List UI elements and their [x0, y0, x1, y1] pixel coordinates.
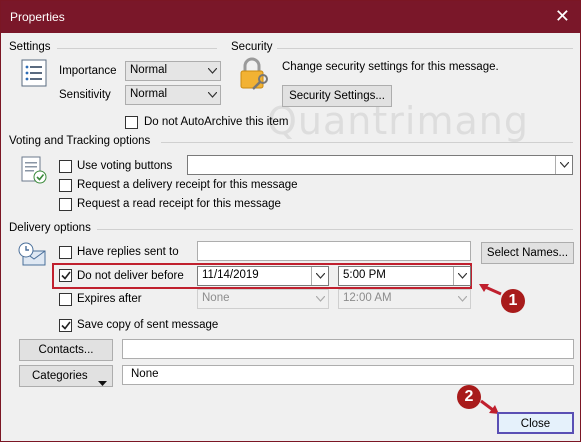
contacts-input[interactable] [122, 339, 574, 359]
caret-down-icon [98, 374, 107, 394]
delivery-clock-icon [17, 241, 47, 272]
autoarchive-checkbox[interactable] [125, 116, 138, 129]
categories-label: Categories [32, 370, 88, 382]
sensitivity-select[interactable]: Normal [125, 85, 221, 105]
do-not-deliver-time: 5:00 PM [343, 269, 386, 281]
settings-section-title: Settings [9, 41, 51, 53]
checkmark-icon [61, 321, 71, 330]
sensitivity-label: Sensitivity [59, 89, 111, 101]
chevron-down-icon [311, 290, 328, 308]
chevron-down-icon [203, 62, 220, 80]
do-not-deliver-label: Do not deliver before [77, 270, 184, 282]
properties-dialog: Properties ✕ Quantrimang Settings Import… [0, 0, 581, 442]
chevron-down-icon [453, 290, 470, 308]
expires-time: 12:00 AM [343, 292, 392, 304]
window-title: Properties [10, 10, 65, 24]
read-receipt-checkbox[interactable] [59, 198, 72, 211]
security-settings-button[interactable]: Security Settings... [282, 85, 392, 107]
security-description: Change security settings for this messag… [282, 61, 499, 73]
save-copy-label: Save copy of sent message [77, 319, 219, 331]
close-button[interactable]: Close [497, 412, 574, 434]
expires-date: None [202, 292, 230, 304]
security-divider [277, 48, 573, 49]
do-not-deliver-time-select[interactable]: 5:00 PM [338, 266, 471, 286]
annotation-badge-2: 2 [457, 385, 481, 409]
chevron-down-icon [555, 156, 572, 174]
do-not-deliver-date: 11/14/2019 [202, 269, 259, 281]
select-names-button[interactable]: Select Names... [481, 242, 574, 264]
voting-section-title: Voting and Tracking options [9, 135, 151, 147]
chevron-down-icon [203, 86, 220, 104]
voting-buttons-select[interactable] [187, 155, 573, 175]
expires-date-select: None [197, 289, 329, 309]
lock-key-icon [239, 57, 271, 94]
annotation-arrow-1-icon [477, 282, 503, 301]
have-replies-label: Have replies sent to [77, 246, 179, 258]
delivery-receipt-checkbox[interactable] [59, 179, 72, 192]
save-copy-checkbox[interactable] [59, 319, 72, 332]
expires-after-label: Expires after [77, 293, 142, 305]
importance-label: Importance [59, 65, 117, 77]
annotation-badge-1: 1 [501, 289, 525, 313]
delivery-divider [97, 229, 573, 230]
use-voting-checkbox[interactable] [59, 160, 72, 173]
chevron-down-icon [453, 267, 470, 285]
voting-document-icon [19, 155, 49, 188]
sensitivity-value: Normal [130, 88, 168, 100]
do-not-deliver-checkbox[interactable] [59, 269, 72, 282]
read-receipt-label: Request a read receipt for this message [77, 198, 281, 210]
autoarchive-label: Do not AutoArchive this item [144, 116, 289, 128]
delivery-receipt-label: Request a delivery receipt for this mess… [77, 179, 298, 191]
security-section-title: Security [231, 41, 273, 53]
settings-list-icon [21, 59, 47, 90]
chevron-down-icon [311, 267, 328, 285]
expires-after-checkbox[interactable] [59, 293, 72, 306]
voting-divider [161, 142, 573, 143]
have-replies-checkbox[interactable] [59, 246, 72, 259]
importance-select[interactable]: Normal [125, 61, 221, 81]
delivery-section-title: Delivery options [9, 222, 91, 234]
close-window-icon[interactable]: ✕ [555, 6, 570, 26]
contacts-button[interactable]: Contacts... [19, 339, 113, 361]
use-voting-label: Use voting buttons [77, 160, 173, 172]
categories-input[interactable]: None [122, 365, 574, 385]
replies-to-input[interactable] [197, 241, 471, 261]
settings-divider [57, 48, 217, 49]
checkmark-icon [61, 271, 71, 280]
categories-button[interactable]: Categories [19, 365, 113, 387]
importance-value: Normal [130, 64, 168, 76]
do-not-deliver-date-select[interactable]: 11/14/2019 [197, 266, 329, 286]
close-button-label: Close [520, 418, 551, 430]
title-bar: Properties ✕ [1, 1, 580, 33]
expires-time-select: 12:00 AM [338, 289, 471, 309]
